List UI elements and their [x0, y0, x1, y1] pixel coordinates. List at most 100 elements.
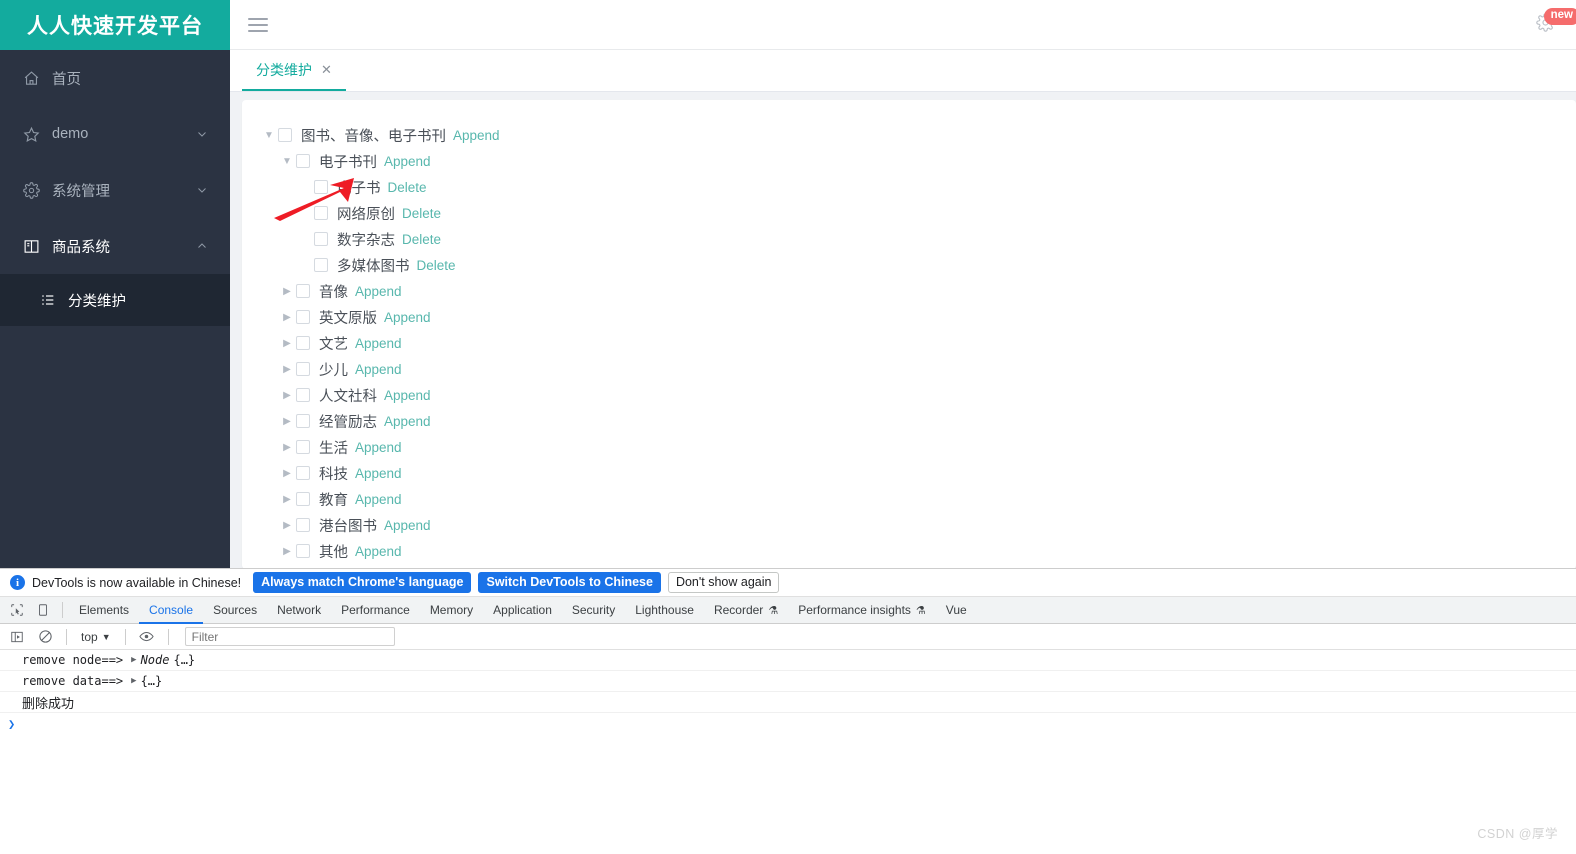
devtools-tab-performance-insights[interactable]: Performance insights ⚗: [788, 597, 936, 624]
delete-action-link[interactable]: Delete: [388, 180, 427, 195]
tree-node-checkbox[interactable]: [296, 154, 310, 168]
console-filter-input[interactable]: [184, 627, 395, 646]
close-icon[interactable]: ✕: [321, 62, 332, 78]
tree-node[interactable]: ▶ 文艺 Append: [260, 330, 1576, 356]
tree-node-checkbox[interactable]: [296, 544, 310, 558]
devtools-tab-console[interactable]: Console: [139, 597, 203, 624]
tree-node[interactable]: ▶网络原创Delete: [260, 200, 1576, 226]
append-action-link[interactable]: Append: [384, 310, 431, 325]
tree-node[interactable]: ▶ 其他 Append: [260, 538, 1576, 564]
caret-right-icon[interactable]: ▶: [278, 464, 296, 482]
append-action-link[interactable]: Append: [355, 544, 402, 559]
console-sidebar-icon[interactable]: [4, 625, 30, 649]
caret-down-icon[interactable]: ▼: [260, 126, 278, 144]
sidebar-item-category-maintenance[interactable]: 分类维护: [0, 274, 230, 326]
execution-context-selector[interactable]: top ▼: [75, 630, 117, 644]
devtools-tab-elements[interactable]: Elements: [69, 597, 139, 624]
inspect-element-icon[interactable]: [4, 598, 30, 622]
sidebar-item-product-system[interactable]: 商品系统: [0, 218, 230, 274]
caret-right-icon[interactable]: ▶: [278, 334, 296, 352]
tree-node-checkbox[interactable]: [296, 388, 310, 402]
tree-node[interactable]: ▶多媒体图书Delete: [260, 252, 1576, 278]
append-action-link[interactable]: Append: [355, 492, 402, 507]
tab-category-maintenance[interactable]: 分类维护 ✕: [242, 50, 346, 91]
caret-down-icon[interactable]: ▼: [278, 152, 296, 170]
delete-action-link[interactable]: Delete: [402, 232, 441, 247]
caret-right-icon[interactable]: ▶: [278, 438, 296, 456]
tree-node-checkbox[interactable]: [296, 414, 310, 428]
tree-node[interactable]: ▶ 少儿 Append: [260, 356, 1576, 382]
tree-node[interactable]: ▶ 科技 Append: [260, 460, 1576, 486]
expand-triangle-icon[interactable]: ▶: [131, 655, 136, 665]
tree-node-checkbox[interactable]: [296, 518, 310, 532]
sidebar-item-demo[interactable]: demo: [0, 106, 230, 162]
append-action-link[interactable]: Append: [355, 362, 402, 377]
caret-right-icon[interactable]: ▶: [278, 516, 296, 534]
tree-node[interactable]: ▶ 音像 Append: [260, 278, 1576, 304]
append-action-link[interactable]: Append: [453, 128, 500, 143]
tree-node-checkbox[interactable]: [296, 492, 310, 506]
append-action-link[interactable]: Append: [355, 336, 402, 351]
switch-to-chinese-button[interactable]: Switch DevTools to Chinese: [478, 572, 661, 593]
devtools-tab-memory[interactable]: Memory: [420, 597, 483, 624]
caret-right-icon[interactable]: ▶: [278, 308, 296, 326]
devtools-tab-label: Application: [493, 603, 552, 617]
tree-node[interactable]: ▶ 人文社科 Append: [260, 382, 1576, 408]
devtools-tab-performance[interactable]: Performance: [331, 597, 420, 624]
tree-node-checkbox[interactable]: [296, 466, 310, 480]
devtools-tab-lighthouse[interactable]: Lighthouse: [625, 597, 704, 624]
tree-node-checkbox[interactable]: [296, 310, 310, 324]
tree-node-checkbox[interactable]: [296, 440, 310, 454]
caret-right-icon[interactable]: ▶: [278, 282, 296, 300]
sidebar-submenu: 分类维护: [0, 274, 230, 326]
devtools-tab-recorder[interactable]: Recorder ⚗: [704, 597, 788, 624]
append-action-link[interactable]: Append: [384, 414, 431, 429]
hamburger-icon[interactable]: [248, 12, 274, 38]
append-action-link[interactable]: Append: [384, 518, 431, 533]
always-match-language-button[interactable]: Always match Chrome's language: [253, 572, 472, 593]
append-action-link[interactable]: Append: [384, 388, 431, 403]
tree-node[interactable]: ▶ 港台图书 Append: [260, 512, 1576, 538]
append-action-link[interactable]: Append: [355, 466, 402, 481]
devtools-tab-security[interactable]: Security: [562, 597, 625, 624]
append-action-link[interactable]: Append: [355, 284, 402, 299]
tree-node[interactable]: ▶ 生活 Append: [260, 434, 1576, 460]
tree-node[interactable]: ▼ 电子书刊 Append: [260, 148, 1576, 174]
tree-node-checkbox[interactable]: [314, 206, 328, 220]
tree-node-checkbox[interactable]: [314, 180, 328, 194]
tree-node[interactable]: ▶ 经管励志 Append: [260, 408, 1576, 434]
tree-node[interactable]: ▼ 图书、音像、电子书刊 Append: [260, 122, 1576, 148]
devtools-tab-sources[interactable]: Sources: [203, 597, 267, 624]
tree-node-checkbox[interactable]: [296, 336, 310, 350]
tree-node-checkbox[interactable]: [296, 284, 310, 298]
tree-node-checkbox[interactable]: [278, 128, 292, 142]
eye-icon[interactable]: [134, 625, 160, 649]
tree-node[interactable]: ▶电子书Delete: [260, 174, 1576, 200]
caret-right-icon[interactable]: ▶: [278, 542, 296, 560]
tree-node[interactable]: ▶数字杂志Delete: [260, 226, 1576, 252]
console-prompt[interactable]: ❯: [0, 713, 1576, 735]
sidebar-item-system-mgmt[interactable]: 系统管理: [0, 162, 230, 218]
delete-action-link[interactable]: Delete: [417, 258, 456, 273]
tree-node[interactable]: ▶ 英文原版 Append: [260, 304, 1576, 330]
devtools-tab-application[interactable]: Application: [483, 597, 562, 624]
devtools-tab-vue[interactable]: Vue: [936, 597, 977, 624]
settings-gear-button[interactable]: new: [1528, 8, 1576, 42]
expand-triangle-icon[interactable]: ▶: [131, 676, 136, 686]
tree-node-checkbox[interactable]: [296, 362, 310, 376]
caret-right-icon[interactable]: ▶: [278, 360, 296, 378]
caret-right-icon[interactable]: ▶: [278, 490, 296, 508]
devtools-tab-network[interactable]: Network: [267, 597, 331, 624]
sidebar-item-home[interactable]: 首页: [0, 50, 230, 106]
dont-show-again-button[interactable]: Don't show again: [667, 572, 780, 593]
append-action-link[interactable]: Append: [384, 154, 431, 169]
caret-right-icon[interactable]: ▶: [278, 412, 296, 430]
caret-right-icon[interactable]: ▶: [278, 386, 296, 404]
append-action-link[interactable]: Append: [355, 440, 402, 455]
device-toolbar-icon[interactable]: [30, 598, 56, 622]
tree-node-checkbox[interactable]: [314, 258, 328, 272]
tree-node-checkbox[interactable]: [314, 232, 328, 246]
tree-node[interactable]: ▶ 教育 Append: [260, 486, 1576, 512]
clear-console-icon[interactable]: [32, 625, 58, 649]
delete-action-link[interactable]: Delete: [402, 206, 441, 221]
